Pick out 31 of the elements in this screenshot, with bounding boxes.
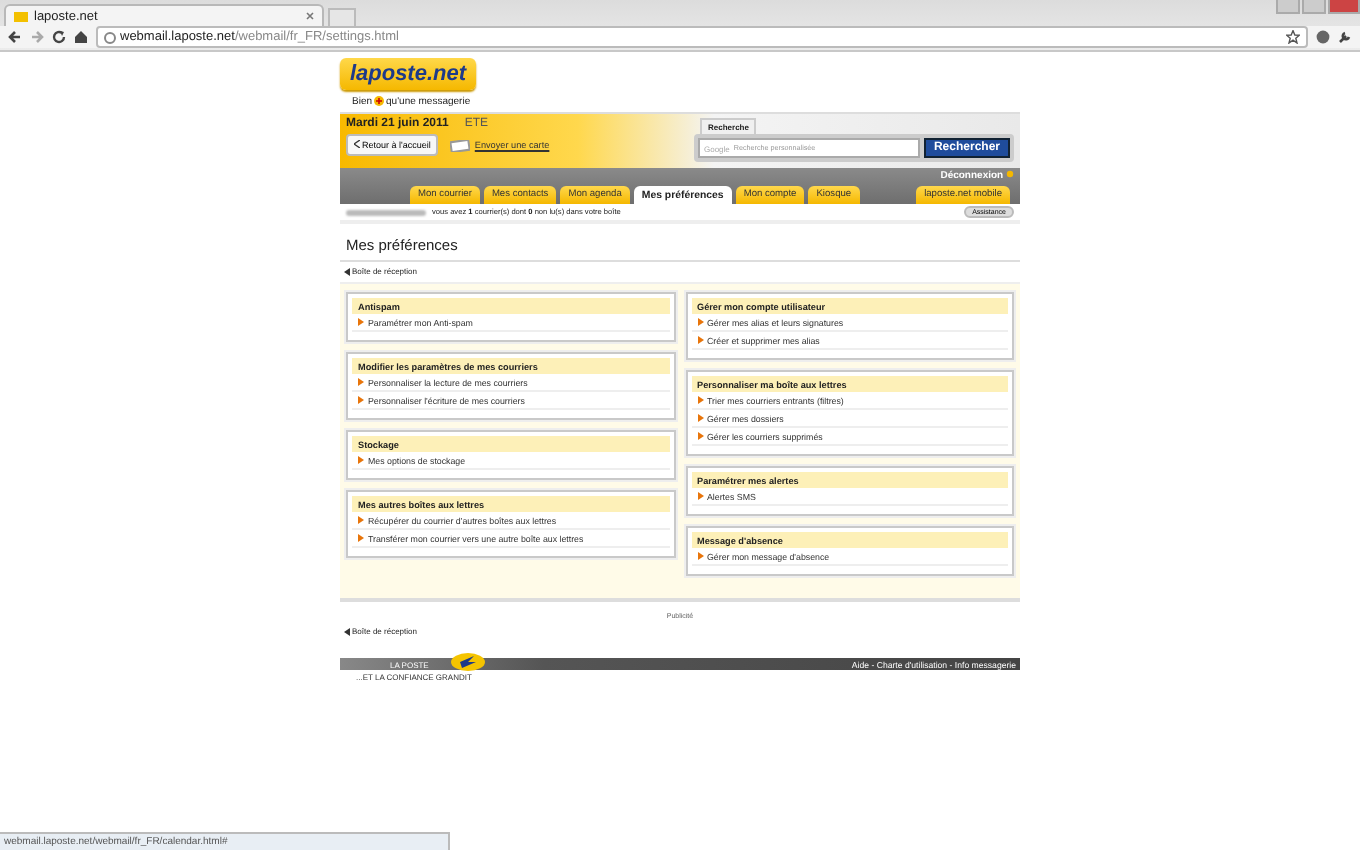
reload-icon[interactable] [52, 30, 66, 44]
chevron-left-icon [354, 140, 360, 148]
back-icon[interactable] [8, 30, 22, 44]
bullet-arrow-icon [697, 396, 703, 404]
dot-icon [1006, 170, 1014, 178]
logo[interactable]: laposte.net [340, 58, 476, 90]
blurred-address [346, 209, 426, 215]
triangle-left-icon [344, 627, 350, 635]
bullet-arrow-icon [358, 456, 364, 464]
extension-icon[interactable] [1316, 30, 1330, 44]
bullet-arrow-icon [358, 378, 364, 386]
bullet-arrow-icon [358, 318, 364, 326]
envelope-icon [14, 11, 28, 21]
bullet-arrow-icon [697, 414, 703, 422]
bullet-arrow-icon [358, 396, 364, 404]
bullet-arrow-icon [697, 318, 703, 326]
bullet-arrow-icon [697, 552, 703, 560]
triangle-left-icon [344, 267, 350, 275]
star-icon[interactable] [1286, 30, 1300, 44]
wrench-icon[interactable] [1338, 30, 1352, 44]
page-icon [104, 31, 116, 43]
home-icon[interactable] [74, 30, 88, 44]
plus-icon [374, 96, 385, 106]
bullet-arrow-icon [697, 492, 703, 500]
card-icon [450, 139, 471, 151]
bullet-arrow-icon [697, 336, 703, 344]
close-tab-icon[interactable] [306, 12, 314, 20]
bullet-arrow-icon [358, 534, 364, 542]
bird-logo-icon [450, 652, 486, 672]
bullet-arrow-icon [697, 432, 703, 440]
bullet-arrow-icon [358, 516, 364, 524]
